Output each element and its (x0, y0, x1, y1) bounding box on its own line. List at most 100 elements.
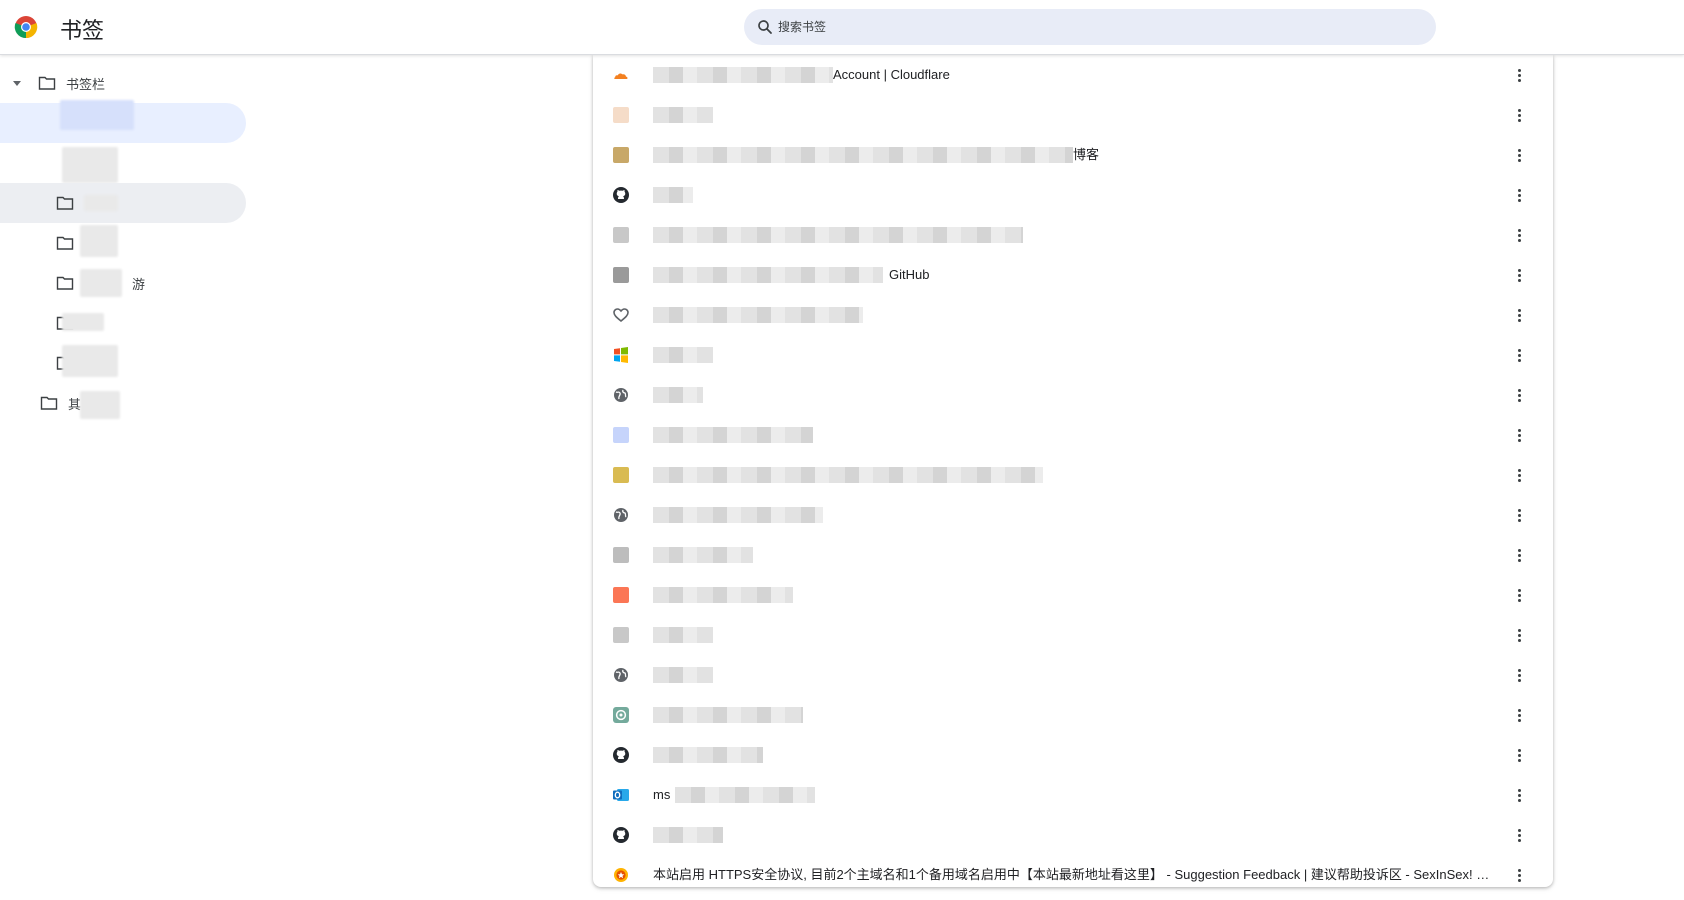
more-options-icon[interactable] (1509, 585, 1529, 605)
bookmark-row[interactable] (593, 535, 1553, 575)
blurred-label (80, 269, 122, 297)
more-options-icon[interactable] (1509, 545, 1529, 565)
blurred-label (84, 195, 118, 211)
github-icon (613, 187, 629, 203)
bookmark-row[interactable] (593, 175, 1553, 215)
more-options-icon[interactable] (1509, 705, 1529, 725)
folder-icon (56, 276, 74, 290)
blurred-title (653, 467, 1043, 483)
bookmark-row[interactable] (593, 415, 1553, 455)
blurred-title (653, 507, 823, 523)
blurred-title (653, 227, 1023, 243)
more-options-icon[interactable] (1509, 785, 1529, 805)
bookmark-row[interactable] (593, 215, 1553, 255)
favicon-icon (613, 467, 629, 483)
blurred-title (653, 827, 723, 843)
badge-icon (613, 867, 629, 883)
caret-down-icon[interactable] (12, 78, 22, 88)
bookmark-title: 本站启用 HTTPS安全协议, 目前2个主域名和1个备用域名启用中【本站最新地址… (653, 867, 1493, 882)
blurred-label (60, 100, 134, 130)
favicon-icon (613, 427, 629, 443)
tree-item-label: 游 (132, 276, 146, 292)
blurred-title (653, 387, 703, 403)
tree-item-other-bookmarks[interactable]: 其 (40, 385, 81, 421)
top-bar: 书签 (0, 0, 1684, 55)
blurred-label (62, 345, 118, 377)
bookmark-row[interactable]: 博客 (593, 135, 1553, 175)
blurred-title (653, 67, 833, 83)
tree-item-folder[interactable] (0, 183, 246, 223)
search-input[interactable] (778, 15, 1418, 39)
bookmark-row[interactable] (593, 95, 1553, 135)
bookmark-row[interactable] (593, 295, 1553, 335)
bookmark-row[interactable]: ms (593, 775, 1553, 815)
blurred-title (653, 667, 713, 683)
more-options-icon[interactable] (1509, 505, 1529, 525)
cloudflare (613, 67, 629, 83)
globe-icon (613, 387, 629, 403)
more-options-icon[interactable] (1509, 185, 1529, 205)
bookmark-row[interactable] (593, 655, 1553, 695)
bookmark-row[interactable] (593, 455, 1553, 495)
blurred-title (653, 187, 693, 203)
bookmark-row[interactable]: GitHub (593, 255, 1553, 295)
bookmark-row[interactable] (593, 495, 1553, 535)
more-options-icon[interactable] (1509, 745, 1529, 765)
blurred-title (653, 307, 863, 323)
bookmark-row[interactable] (593, 735, 1553, 775)
blurred-label (62, 313, 104, 331)
blurred-title (675, 787, 815, 803)
more-options-icon[interactable] (1509, 465, 1529, 485)
more-options-icon[interactable] (1509, 865, 1529, 885)
bookmark-row[interactable] (593, 375, 1553, 415)
bookmark-title: ms (653, 787, 671, 802)
blurred-title (653, 627, 713, 643)
bookmark-row[interactable] (593, 615, 1553, 655)
page-title: 书签 (60, 18, 105, 43)
bookmark-row[interactable] (593, 695, 1553, 735)
blurred-title (653, 547, 753, 563)
search-icon (758, 20, 772, 34)
favicon-icon (613, 147, 629, 163)
tree-item-label: 书签栏 (66, 76, 106, 92)
bookmark-title: GitHub (889, 267, 930, 282)
search-box[interactable] (744, 9, 1436, 45)
blurred-title (653, 707, 803, 723)
folder-tree: 书签栏 游 其 (0, 55, 260, 900)
tree-item-bookmarks-bar[interactable]: 书签栏 (12, 65, 105, 101)
globe-icon (613, 667, 629, 683)
blurred-label (80, 391, 120, 419)
globe-icon (613, 507, 629, 523)
blurred-title (653, 587, 793, 603)
favicon-icon (613, 547, 629, 563)
bookmark-row[interactable] (593, 815, 1553, 855)
more-options-icon[interactable] (1509, 665, 1529, 685)
favicon-icon (613, 627, 629, 643)
blurred-title (653, 427, 813, 443)
favicon-icon (613, 587, 629, 603)
more-options-icon[interactable] (1509, 145, 1529, 165)
bookmark-list: Account | Cloudflare 博客 GitHub ms 本站启用 HTTPS… (593, 55, 1553, 887)
blurred-title (653, 107, 713, 123)
more-options-icon[interactable] (1509, 825, 1529, 845)
more-options-icon[interactable] (1509, 345, 1529, 365)
blurred-title (653, 347, 713, 363)
more-options-icon[interactable] (1509, 625, 1529, 645)
folder-icon (56, 196, 74, 210)
more-options-icon[interactable] (1509, 425, 1529, 445)
bookmark-row[interactable] (593, 335, 1553, 375)
favicon-icon (613, 267, 629, 283)
bookmark-row[interactable]: 本站启用 HTTPS安全协议, 目前2个主域名和1个备用域名启用中【本站最新地址… (593, 855, 1553, 895)
more-options-icon[interactable] (1509, 225, 1529, 245)
windows-icon (613, 347, 629, 363)
more-options-icon[interactable] (1509, 305, 1529, 325)
favicon-icon (613, 227, 629, 243)
blurred-title (653, 267, 883, 283)
more-options-icon[interactable] (1509, 65, 1529, 85)
more-options-icon[interactable] (1509, 265, 1529, 285)
more-options-icon[interactable] (1509, 385, 1529, 405)
bookmark-row[interactable]: Account | Cloudflare (593, 55, 1553, 95)
bookmark-row[interactable] (593, 575, 1553, 615)
more-options-icon[interactable] (1509, 105, 1529, 125)
blurred-label (62, 147, 118, 183)
